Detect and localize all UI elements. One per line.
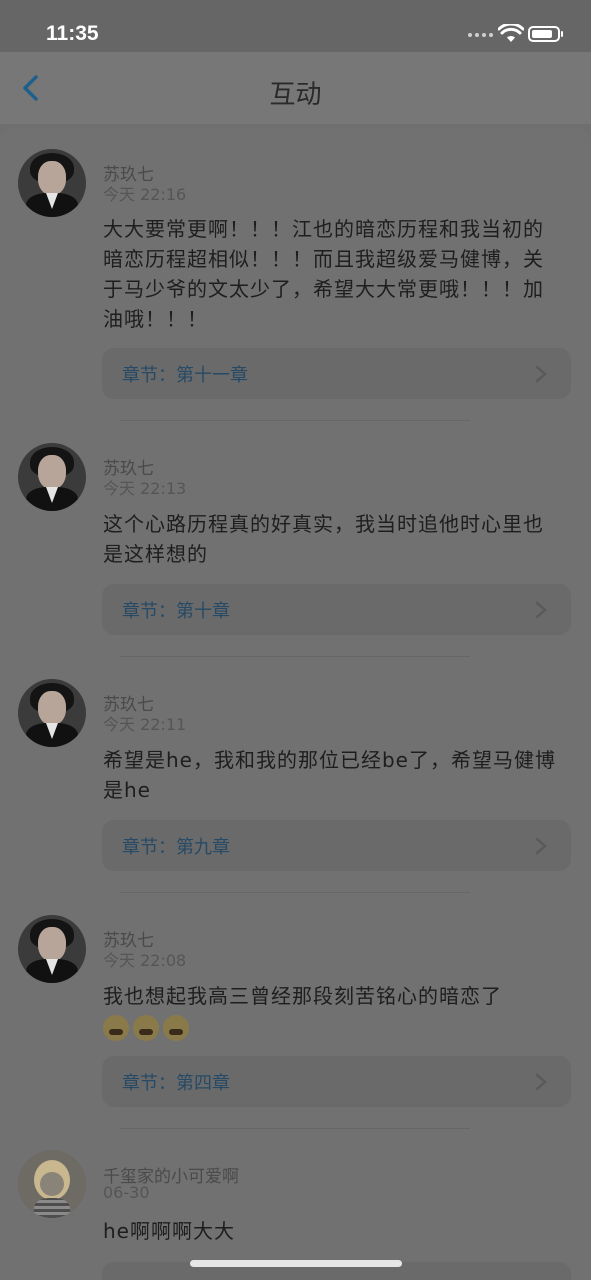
chapter-label: 章节：第十一章 [122, 365, 248, 386]
crying-emoji-icon [103, 1014, 129, 1041]
status-bar: 11:35 [0, 0, 591, 52]
chevron-right-icon [535, 601, 547, 619]
comment-text: 这个心路历程真的好真实，我当时追他时心里也是这样想的 [103, 512, 544, 566]
wifi-icon [498, 24, 524, 42]
comment-time: 今天 22:08 [103, 951, 187, 970]
divider [120, 892, 470, 893]
comment-list[interactable]: 苏玖七 今天 22:16 大大要常更啊！！！江也的暗恋历程和我当初的暗恋历程超相… [0, 128, 591, 1280]
signal-icon [468, 33, 493, 37]
comment-time: 今天 22:11 [103, 715, 187, 734]
chapter-label: 章节：第四章 [122, 1073, 230, 1094]
status-time: 11:35 [46, 22, 99, 45]
divider [120, 420, 470, 421]
comment-time: 今天 22:13 [103, 479, 187, 498]
crying-emoji-icon [133, 1014, 159, 1041]
avatar[interactable] [18, 679, 86, 747]
chevron-right-icon [535, 1073, 547, 1091]
chevron-right-icon [535, 365, 547, 383]
comment-text: 我也想起我高三曾经那段刻苦铭心的暗恋了 [103, 981, 563, 1041]
comment-time: 今天 22:16 [103, 185, 187, 204]
comment-time: 06-30 [103, 1183, 150, 1202]
chapter-label: 章节：第十章 [122, 601, 230, 622]
navbar: 互动 [0, 52, 591, 124]
avatar[interactable] [18, 149, 86, 217]
comment-text: he啊啊啊大大 [103, 1219, 235, 1243]
avatar[interactable] [18, 443, 86, 511]
chevron-right-icon [535, 837, 547, 855]
comment-text-content: 我也想起我高三曾经那段刻苦铭心的暗恋了 [103, 984, 502, 1008]
battery-icon [528, 26, 563, 42]
chapter-link[interactable]: 章节：第十章 [102, 584, 571, 635]
comment-text: 大大要常更啊！！！江也的暗恋历程和我当初的暗恋历程超相似！！！而且我超级爱马健博… [103, 217, 544, 331]
comment-text: 希望是he，我和我的那位已经be了，希望马健博是he [103, 748, 556, 802]
crying-emoji-icon [163, 1014, 189, 1041]
divider [120, 656, 470, 657]
chapter-link[interactable]: 章节：第九章 [102, 820, 571, 871]
avatar[interactable] [18, 915, 86, 983]
home-indicator[interactable] [190, 1260, 402, 1267]
chapter-link[interactable]: 章节：第四章 [102, 1056, 571, 1107]
page-title: 互动 [269, 80, 322, 110]
chapter-link[interactable]: 章节：第十一章 [102, 348, 571, 399]
divider [120, 1128, 470, 1129]
avatar[interactable] [18, 1150, 86, 1218]
chapter-label: 章节：第九章 [122, 837, 230, 858]
